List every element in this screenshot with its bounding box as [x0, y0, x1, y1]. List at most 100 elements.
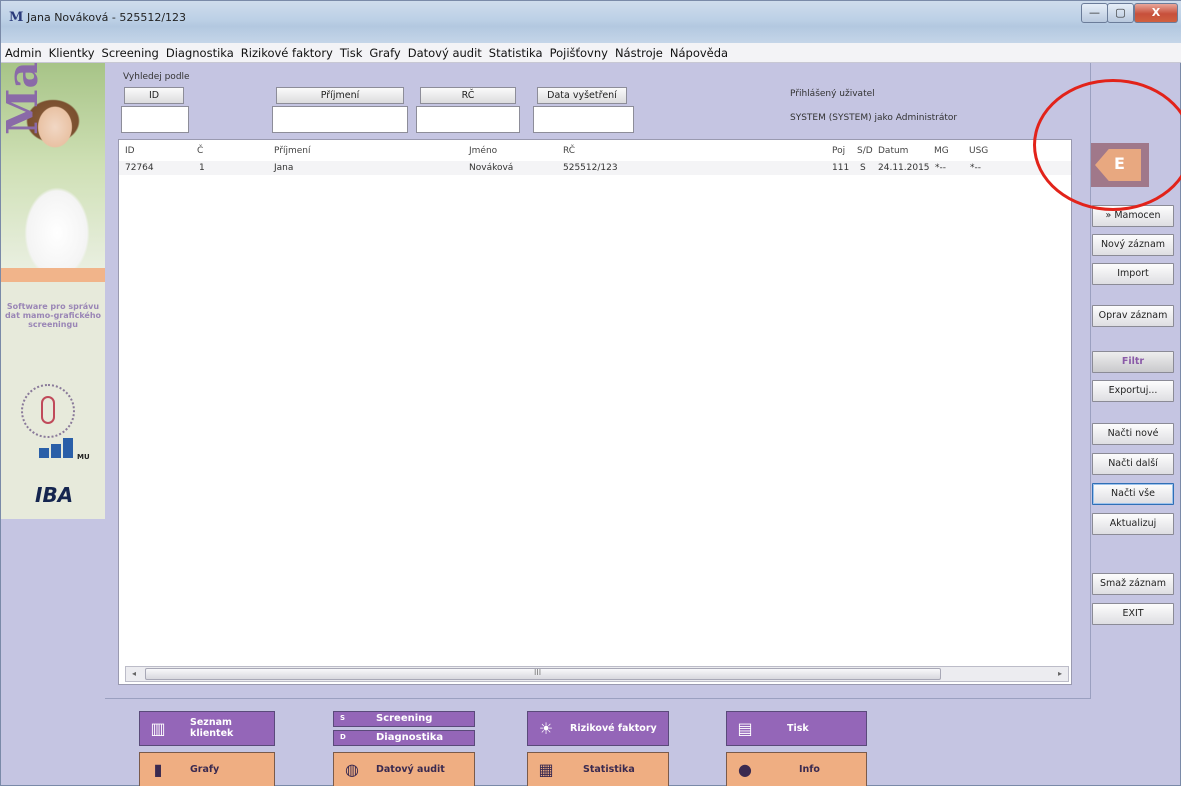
column-header-poj[interactable]: Poj [832, 146, 845, 156]
clients-table[interactable]: ID Č Příjmení Jméno RČ Poj S/D Datum MG … [118, 139, 1072, 685]
side-banner: MaSc Software pro správu dat mamo-grafic… [1, 63, 105, 519]
search-rc-button[interactable]: RČ [420, 87, 516, 104]
menu-napoveda[interactable]: Nápověda [666, 43, 731, 60]
banner-brand-logo: MaSc [1, 63, 47, 135]
nav-tisk-label: Tisk [787, 723, 809, 734]
nav-datovy-audit-label: Datový audit [376, 764, 445, 775]
load-all-button[interactable]: Načti vše [1092, 483, 1174, 505]
search-data-vysetreni-input[interactable] [533, 106, 634, 133]
search-prijmeni-button[interactable]: Příjmení [276, 87, 404, 104]
main-panel: Vyhledej podle ID Příjmení RČ Data vyšet… [105, 63, 1091, 699]
nav-tisk-button[interactable]: ▤ Tisk [726, 711, 867, 746]
nav-screening-diagnostika: S Screening D Diagnostika [333, 711, 475, 746]
cell-poj: 111 [832, 163, 850, 173]
load-new-button[interactable]: Načti nové [1092, 423, 1174, 445]
search-rc-input[interactable] [416, 106, 520, 133]
cell-rc: 525512/123 [563, 163, 618, 173]
menu-nastroje[interactable]: Nástroje [611, 43, 666, 60]
nav-screening-button[interactable]: S Screening [333, 711, 475, 727]
calculator-icon: ▦ [538, 760, 554, 779]
scroll-left-icon[interactable]: ◂ [126, 667, 142, 681]
exit-button[interactable]: EXIT [1092, 603, 1174, 625]
menu-statistika[interactable]: Statistika [485, 43, 546, 60]
menu-klientky[interactable]: Klientky [45, 43, 98, 60]
nav-diagnostika-button[interactable]: D Diagnostika [333, 730, 475, 746]
nav-grafy-button[interactable]: ▮ Grafy [139, 752, 275, 786]
maximize-button[interactable]: ▢ [1107, 3, 1134, 23]
banner-accent-bar [1, 268, 105, 282]
column-header-usg[interactable]: USG [969, 146, 988, 156]
login-caption: Přihlášený uživatel [790, 89, 875, 99]
globe-icon: ◍ [345, 760, 359, 779]
application-window: M Jana Nováková - 525512/123 — ▢ X Admin… [0, 0, 1181, 786]
printer-icon: ▤ [737, 719, 753, 738]
horizontal-scrollbar[interactable]: ◂ III ▸ [125, 666, 1069, 682]
menu-grafy[interactable]: Grafy [365, 43, 403, 60]
nav-seznam-klientek-button[interactable]: ▥ Seznam klientek [139, 711, 275, 746]
menu-bar: Admin Klientky Screening Diagnostika Rizikov… [1, 43, 1181, 63]
cell-id: 72764 [125, 163, 154, 173]
column-header-id[interactable]: ID [125, 146, 135, 156]
column-header-prijmeni[interactable]: Příjmení [274, 146, 310, 156]
column-header-mg[interactable]: MG [934, 146, 949, 156]
menu-tisk[interactable]: Tisk [336, 43, 366, 60]
nav-info-button[interactable]: ● Info [726, 752, 867, 786]
cell-c: 1 [199, 163, 205, 173]
minimize-button[interactable]: — [1081, 3, 1108, 23]
menu-pojistovny[interactable]: Pojišťovny [546, 43, 611, 60]
edit-record-button[interactable]: Oprav záznam [1092, 305, 1174, 327]
cell-jmeno: Nováková [469, 163, 514, 173]
import-button[interactable]: Import [1092, 263, 1174, 285]
highlight-circle-annotation [1033, 79, 1181, 211]
cell-mg: *-- [935, 163, 946, 173]
nav-rizikove-faktory-button[interactable]: ☀ Rizikové faktory [527, 711, 669, 746]
screening-key-label: S [340, 714, 346, 722]
refresh-button[interactable]: Aktualizuj [1092, 513, 1174, 535]
book-icon: ▥ [150, 719, 166, 738]
nav-info-label: Info [799, 764, 820, 775]
search-id-input[interactable] [121, 106, 189, 133]
new-record-button[interactable]: Nový záznam [1092, 234, 1174, 256]
nav-seznam-label: Seznam klientek [190, 717, 234, 739]
nav-statistika-label: Statistika [583, 764, 635, 775]
filter-button[interactable]: Filtr [1092, 351, 1174, 373]
scroll-thumb[interactable]: III [145, 668, 941, 680]
search-data-vysetreni-button[interactable]: Data vyšetření [537, 87, 627, 104]
search-caption: Vyhledej podle [123, 72, 190, 82]
menu-rizikove-faktory[interactable]: Rizikové faktory [237, 43, 336, 60]
cell-prijmeni: Jana [274, 163, 294, 173]
column-header-jmeno[interactable]: Jméno [469, 146, 497, 156]
app-logo-icon: M [9, 10, 24, 25]
cell-sd: S [860, 163, 866, 173]
column-header-c[interactable]: Č [197, 146, 203, 156]
cell-datum: 24.11.2015 [878, 163, 930, 173]
close-button[interactable]: X [1134, 3, 1178, 23]
mu-label: MU [77, 453, 90, 461]
menu-diagnostika[interactable]: Diagnostika [162, 43, 237, 60]
banner-subtitle: Software pro správu dat mamo-grafického … [4, 302, 102, 329]
menu-datovy-audit[interactable]: Datový audit [404, 43, 485, 60]
bar-chart-icon: ▮ [153, 760, 163, 779]
iba-logo: IBA [35, 483, 74, 507]
scroll-right-icon[interactable]: ▸ [1052, 667, 1068, 681]
nav-diagnostika-label: Diagnostika [376, 732, 444, 743]
menu-admin[interactable]: Admin [1, 43, 45, 60]
load-more-button[interactable]: Načti další [1092, 453, 1174, 475]
column-header-sd[interactable]: S/D [857, 146, 873, 156]
nav-screening-label: Screening [376, 713, 433, 724]
nav-statistika-button[interactable]: ▦ Statistika [527, 752, 669, 786]
nav-datovy-audit-button[interactable]: ◍ Datový audit [333, 752, 475, 786]
window-title: Jana Nováková - 525512/123 [27, 11, 187, 24]
search-prijmeni-input[interactable] [272, 106, 408, 133]
title-bar: M Jana Nováková - 525512/123 — ▢ X [1, 1, 1181, 43]
export-button[interactable]: Exportuj... [1092, 380, 1174, 402]
scroll-grip-icon: III [534, 668, 542, 677]
table-row[interactable]: 72764 1 Jana Nováková 525512/123 111 S 2… [119, 161, 1071, 175]
search-id-button[interactable]: ID [124, 87, 184, 104]
menu-screening[interactable]: Screening [98, 43, 162, 60]
column-header-rc[interactable]: RČ [563, 146, 575, 156]
cell-usg: *-- [970, 163, 981, 173]
delete-record-button[interactable]: Smaž záznam [1092, 573, 1174, 595]
login-user: SYSTEM (SYSTEM) jako Administrátor [790, 113, 958, 123]
column-header-datum[interactable]: Datum [878, 146, 908, 156]
